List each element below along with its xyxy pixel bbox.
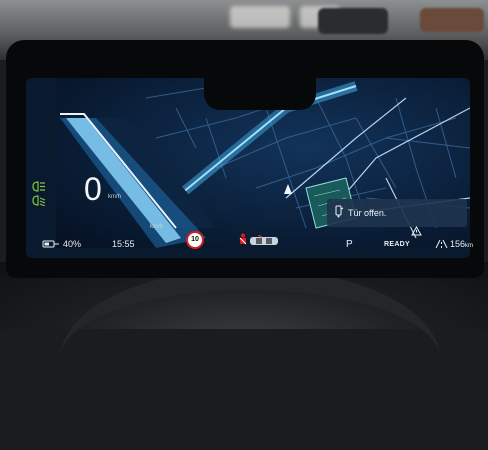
ready-indicator: READY — [384, 241, 411, 248]
notification-text: Tür offen. — [348, 208, 387, 218]
range-readout: 156km — [450, 239, 473, 249]
map-scale-unit: km/h — [150, 224, 164, 230]
steering-wheel — [60, 268, 440, 450]
headlight-icon — [32, 181, 45, 192]
range-unit: km — [465, 243, 474, 249]
speed-limit-sign: 10 — [186, 231, 204, 249]
seatbelt-warning-icon — [239, 233, 247, 245]
low-beam-icon — [32, 195, 46, 206]
ceiling-light — [230, 6, 290, 28]
camera-notch — [204, 72, 316, 110]
parked-car — [420, 8, 484, 32]
parked-car — [318, 8, 388, 34]
car-door-icon — [250, 235, 278, 245]
gear-indicator: P — [346, 239, 353, 250]
battery-plug-icon — [42, 240, 59, 248]
speed-value: 0 — [84, 171, 102, 207]
speed-unit: km/h — [108, 194, 122, 200]
door-open-notification-icon — [335, 205, 344, 218]
clock: 15:55 — [112, 239, 135, 249]
range-value: 156 — [450, 239, 466, 249]
battery-percent: 40% — [63, 239, 82, 249]
range-road-icon — [435, 239, 448, 249]
